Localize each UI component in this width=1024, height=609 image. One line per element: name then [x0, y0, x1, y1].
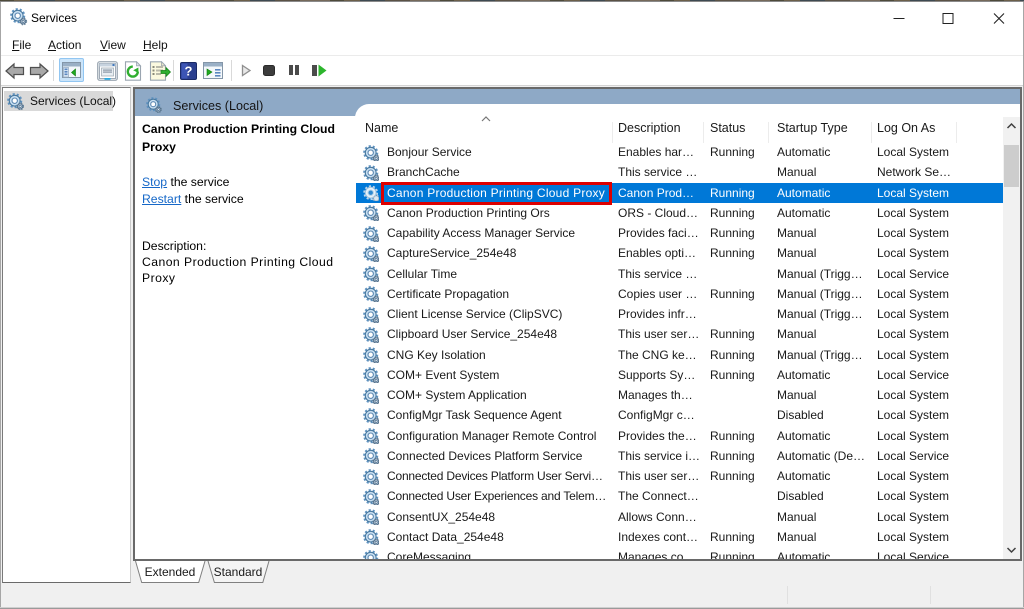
svg-text:Extended: Extended — [145, 565, 196, 579]
svg-text:?: ? — [185, 64, 193, 79]
svg-text:Standard: Standard — [214, 565, 263, 579]
